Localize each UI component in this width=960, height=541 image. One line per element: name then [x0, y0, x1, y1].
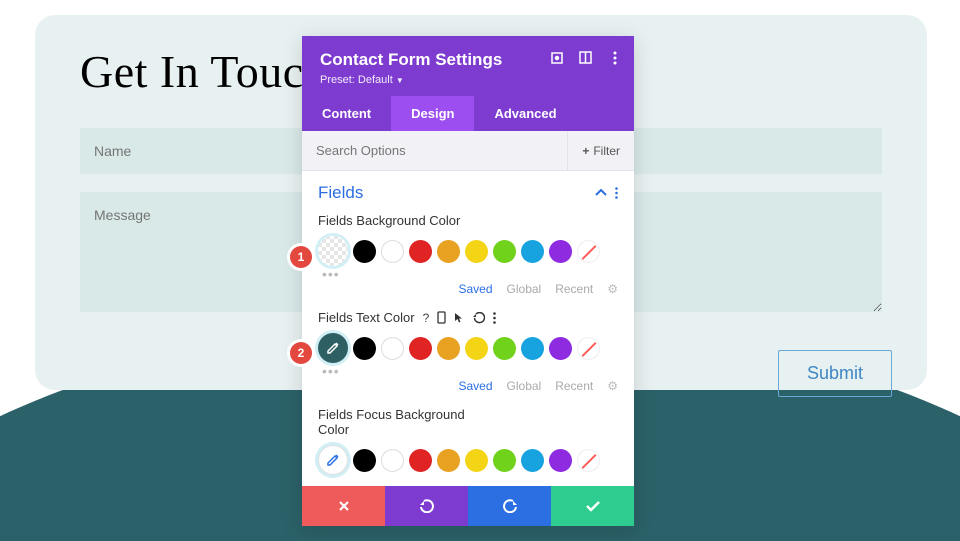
bg-swatch-purple[interactable]	[549, 240, 572, 263]
focus-swatches	[318, 445, 618, 475]
text-tab-global[interactable]: Global	[507, 379, 542, 393]
text-swatch-white[interactable]	[381, 337, 404, 360]
reset-icon[interactable]	[473, 312, 485, 324]
focus-color-label: Fields Focus Background Color	[318, 407, 488, 437]
filter-button[interactable]: +Filter	[567, 131, 634, 170]
focus-swatch-black[interactable]	[353, 449, 376, 472]
bg-swatch-yellow[interactable]	[465, 240, 488, 263]
callout-2: 2	[290, 342, 312, 364]
focus-swatch-blue[interactable]	[521, 449, 544, 472]
confirm-button[interactable]	[551, 486, 634, 526]
section-more-icon[interactable]	[615, 187, 618, 199]
text-swatch-none[interactable]	[577, 337, 600, 360]
panel-header: Contact Form Settings Preset: Default ▼	[302, 36, 634, 96]
device-icon[interactable]	[437, 311, 446, 324]
text-swatch-red[interactable]	[409, 337, 432, 360]
hover-icon[interactable]	[454, 312, 465, 323]
text-swatch-black[interactable]	[353, 337, 376, 360]
text-swatch-picker[interactable]	[318, 333, 348, 363]
expand-icon[interactable]	[549, 50, 564, 65]
bg-gear-icon[interactable]: ⚙	[607, 282, 618, 296]
search-bar: +Filter	[302, 131, 634, 171]
text-swatch-orange[interactable]	[437, 337, 460, 360]
bg-palette-tabs: Saved Global Recent ⚙	[318, 282, 618, 296]
focus-swatch-none[interactable]	[577, 449, 600, 472]
focus-swatch-green[interactable]	[493, 449, 516, 472]
redo-button[interactable]	[468, 486, 551, 526]
text-tab-saved[interactable]: Saved	[458, 379, 492, 393]
bg-swatch-black[interactable]	[353, 240, 376, 263]
help-icon[interactable]: ?	[423, 311, 430, 325]
text-tab-recent[interactable]: Recent	[555, 379, 593, 393]
bg-tab-recent[interactable]: Recent	[555, 282, 593, 296]
callout-1: 1	[290, 246, 312, 268]
panel-body: Fields Fields Background Color ••• Saved…	[302, 171, 634, 486]
preset-dropdown[interactable]: Preset: Default ▼	[320, 74, 616, 86]
columns-icon[interactable]	[578, 50, 593, 65]
focus-swatch-yellow[interactable]	[465, 449, 488, 472]
bg-swatch-transparent[interactable]	[318, 236, 348, 266]
bg-more-dots[interactable]: •••	[322, 270, 618, 278]
tabs: Content Design Advanced	[302, 96, 634, 131]
collapse-icon[interactable]	[595, 189, 607, 197]
text-swatches	[318, 333, 618, 363]
focus-swatch-picker[interactable]	[318, 445, 348, 475]
tab-content[interactable]: Content	[302, 96, 391, 131]
bg-swatch-red[interactable]	[409, 240, 432, 263]
text-swatch-yellow[interactable]	[465, 337, 488, 360]
focus-swatch-white[interactable]	[381, 449, 404, 472]
text-palette-tabs: Saved Global Recent ⚙	[318, 379, 618, 393]
focus-swatch-orange[interactable]	[437, 449, 460, 472]
text-gear-icon[interactable]: ⚙	[607, 379, 618, 393]
bg-tab-global[interactable]: Global	[507, 282, 542, 296]
bg-swatch-white[interactable]	[381, 240, 404, 263]
panel-footer	[302, 486, 634, 526]
focus-swatch-red[interactable]	[409, 449, 432, 472]
bg-swatch-none[interactable]	[577, 240, 600, 263]
cancel-button[interactable]	[302, 486, 385, 526]
option-more-icon[interactable]	[493, 312, 496, 324]
bg-color-label: Fields Background Color	[318, 213, 618, 228]
text-swatch-blue[interactable]	[521, 337, 544, 360]
text-more-dots[interactable]: •••	[322, 367, 618, 375]
more-icon[interactable]	[607, 50, 622, 65]
submit-button[interactable]: Submit	[778, 350, 892, 397]
text-swatch-green[interactable]	[493, 337, 516, 360]
bg-swatch-green[interactable]	[493, 240, 516, 263]
bg-swatch-orange[interactable]	[437, 240, 460, 263]
tab-advanced[interactable]: Advanced	[474, 96, 576, 131]
text-swatch-purple[interactable]	[549, 337, 572, 360]
bg-swatch-blue[interactable]	[521, 240, 544, 263]
section-title[interactable]: Fields	[318, 183, 363, 203]
bg-tab-saved[interactable]: Saved	[458, 282, 492, 296]
bg-swatches	[318, 236, 618, 266]
undo-button[interactable]	[385, 486, 468, 526]
tab-design[interactable]: Design	[391, 96, 474, 131]
search-input[interactable]	[302, 131, 567, 170]
text-color-label: Fields Text Color ?	[318, 310, 618, 325]
focus-swatch-purple[interactable]	[549, 449, 572, 472]
settings-panel: Contact Form Settings Preset: Default ▼ …	[302, 36, 634, 526]
